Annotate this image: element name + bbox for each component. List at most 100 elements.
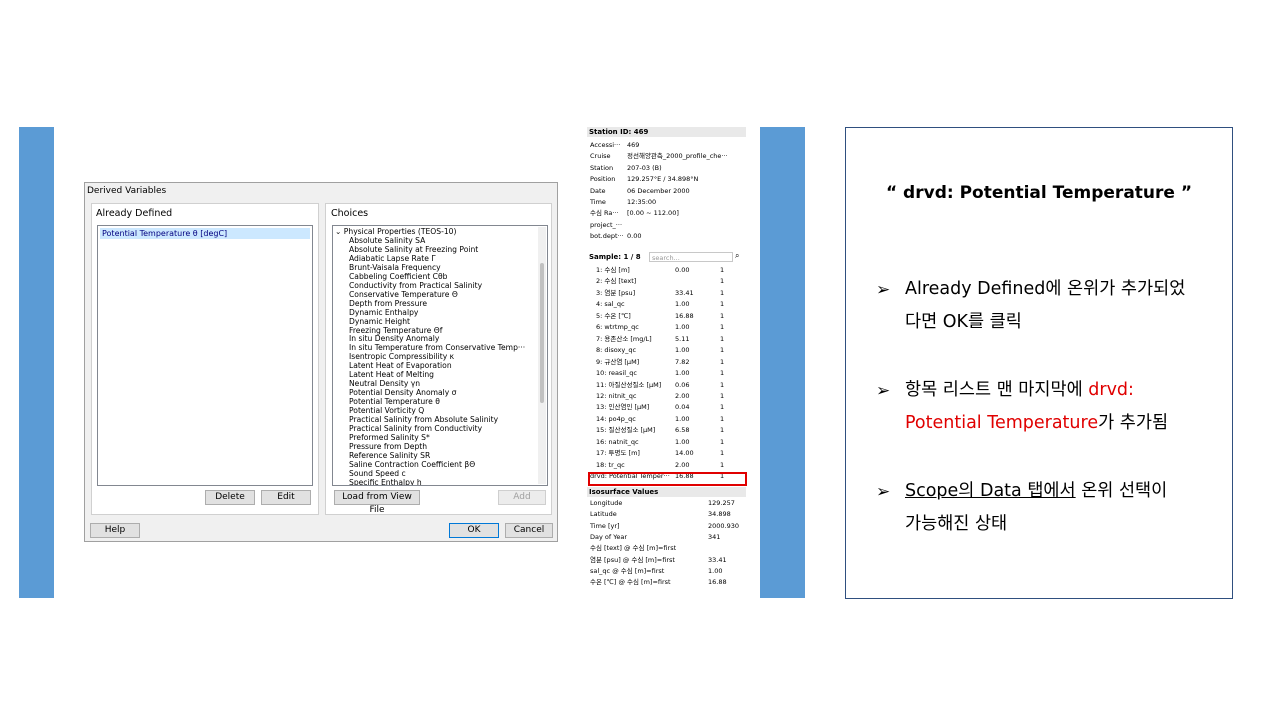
sample-row[interactable]: 13: 인산염인 [μM] 0.04 1 — [587, 402, 737, 413]
sample-row[interactable]: 8: disoxy_qc 1.00 1 — [587, 345, 737, 356]
sample-row-flag: 1 — [720, 369, 725, 378]
choice-item[interactable]: Latent Heat of Evaporation — [349, 361, 452, 370]
sample-row[interactable]: 9: 규산염 [μM] 7.82 1 — [587, 357, 737, 368]
sample-row-flag: 1 — [720, 460, 725, 469]
isosurface-row-key: sal_qc @ 수심 [m]=first — [590, 566, 665, 575]
sample-row-value: 14.00 — [675, 449, 694, 458]
search-icon[interactable]: ⌕ — [735, 251, 739, 261]
sample-row[interactable]: 2: 수심 [text] 1 — [587, 276, 737, 287]
choice-item[interactable]: In situ Density Anomaly — [349, 334, 439, 343]
chevron-down-icon[interactable]: ⌄ — [335, 227, 341, 236]
choice-item[interactable]: Freezing Temperature Θf — [349, 326, 442, 335]
sample-row-value: 6.58 — [675, 426, 690, 435]
choice-item[interactable]: Potential Temperature θ — [349, 397, 440, 406]
sample-row-value: 1.00 — [675, 369, 690, 378]
sample-row[interactable]: 5: 수온 [℃] 16.88 1 — [587, 311, 737, 322]
sample-row-key: 15: 질산성질소 [μM] — [596, 426, 656, 435]
sample-row[interactable]: 18: tr_qc 2.00 1 — [587, 460, 737, 471]
sample-row-flag: 1 — [720, 300, 725, 309]
choice-item[interactable]: Practical Salinity from Conductivity — [349, 424, 482, 433]
isosurface-row-value: 16.88 — [708, 578, 727, 587]
isosurface-row: 수온 [℃] @ 수심 [m]=first 16.88 — [587, 577, 737, 588]
choice-item[interactable]: Conservative Temperature Θ — [349, 290, 458, 299]
sample-row-key: 12: nitnit_qc — [596, 391, 637, 400]
sample-row-key: 8: disoxy_qc — [596, 346, 637, 355]
choice-item[interactable]: Latent Heat of Melting — [349, 370, 434, 379]
delete-button[interactable]: Delete — [205, 490, 255, 505]
choice-item[interactable]: Depth from Pressure — [349, 299, 427, 308]
choices-scrollbar[interactable] — [538, 227, 546, 484]
edit-button[interactable]: Edit — [261, 490, 311, 505]
already-defined-list[interactable]: Potential Temperature θ [degC] — [97, 225, 313, 486]
bullet-arrow-icon: ➢ — [876, 381, 891, 401]
choice-item[interactable]: Absolute Salinity SA — [349, 236, 425, 245]
choice-item[interactable]: Preformed Salinity S* — [349, 433, 430, 442]
sample-row-flag: 1 — [720, 449, 725, 458]
isosurface-row-value: 341 — [708, 532, 721, 541]
choice-item[interactable]: Brunt-Vaisala Frequency — [349, 263, 441, 272]
sample-row[interactable]: 12: nitnit_qc 2.00 1 — [587, 391, 737, 402]
sample-row[interactable]: 10: reasil_qc 1.00 1 — [587, 368, 737, 379]
sample-row[interactable]: 17: 투명도 [m] 14.00 1 — [587, 448, 737, 459]
help-button[interactable]: Help — [90, 523, 140, 538]
sample-row[interactable]: 15: 질산성질소 [μM] 6.58 1 — [587, 425, 737, 436]
scrollbar-thumb[interactable] — [540, 263, 544, 403]
choice-item[interactable]: Dynamic Height — [349, 317, 410, 326]
note-3-rest: 온위 선택이 — [1075, 481, 1168, 501]
tree-node-physical-properties[interactable]: ⌄ Physical Properties (TEOS-10) — [335, 227, 456, 236]
choice-item[interactable]: In situ Temperature from Conservative Te… — [349, 343, 525, 352]
choice-item[interactable]: Pressure from Depth — [349, 442, 427, 451]
sample-row-value: 1.00 — [675, 323, 690, 332]
choice-item[interactable]: Isentropic Compressibility κ — [349, 352, 454, 361]
choice-item[interactable]: Conductivity from Practical Salinity — [349, 281, 482, 290]
choice-item[interactable]: Neutral Density γn — [349, 379, 420, 388]
choice-item[interactable]: Dynamic Enthalpy — [349, 308, 418, 317]
sample-row-flag: 1 — [720, 437, 725, 446]
sample-row-key: 10: reasil_qc — [596, 369, 637, 378]
choices-tree[interactable]: ⌄ Physical Properties (TEOS-10) Absolute… — [332, 225, 548, 486]
choice-item[interactable]: Adiabatic Lapse Rate Γ — [349, 254, 436, 263]
station-panel: Station ID: 469 Accessi··· 469 Cruise 정선해양관… — [587, 127, 746, 597]
sample-row-key: 1: 수심 [m] — [596, 266, 630, 274]
station-row-value: 정선해양관측_2000_profile_che··· — [627, 152, 728, 161]
sample-row-value: 2.00 — [675, 391, 690, 400]
sample-row[interactable]: 11: 아질산성질소 [μM] 0.06 1 — [587, 380, 737, 391]
sample-row[interactable]: 3: 염분 [psu] 33.41 1 — [587, 288, 737, 299]
choice-item[interactable]: Practical Salinity from Absolute Salinit… — [349, 415, 498, 424]
choice-item[interactable]: Reference Salinity SR — [349, 451, 430, 460]
sample-search-input[interactable]: search... — [649, 252, 733, 262]
defined-item-potential-temperature[interactable]: Potential Temperature θ [degC] — [100, 228, 310, 239]
station-row-key: Position — [590, 175, 616, 184]
isosurface-row-value: 129.257 — [708, 499, 735, 507]
add-button[interactable]: Add — [498, 490, 546, 505]
load-from-view-file-button[interactable]: Load from View File — [334, 490, 420, 515]
station-row: Position 129.257°E / 34.898°N — [587, 174, 737, 185]
sample-row-flag: 1 — [720, 311, 725, 320]
sample-row[interactable]: 16: natnit_qc 1.00 1 — [587, 437, 737, 448]
sample-row[interactable]: 6: wtrtmp_qc 1.00 1 — [587, 322, 737, 333]
choice-item[interactable]: Sound Speed c — [349, 469, 406, 478]
isosurface-row: 수심 [text] @ 수심 [m]=first — [587, 543, 737, 554]
sample-row-flag: 1 — [720, 323, 725, 332]
choice-item[interactable]: Cabbeling Coefficient Cθb — [349, 272, 447, 281]
note-3: Scope의 Data 탭에서 온위 선택이 가능해진 상태 — [905, 475, 1215, 541]
sample-row[interactable]: 14: po4p_qc 1.00 1 — [587, 414, 737, 425]
choice-item[interactable]: Potential Vorticity Q — [349, 406, 424, 415]
station-row: bot.dept··· 0.00 — [587, 231, 737, 242]
sample-row[interactable]: 1: 수심 [m] 0.00 1 — [587, 265, 737, 276]
choice-item[interactable]: Specific Enthalpy h — [349, 478, 422, 485]
sample-row[interactable]: 4: sal_qc 1.00 1 — [587, 299, 737, 310]
sample-row[interactable]: 7: 용존산소 [mg/L] 5.11 1 — [587, 334, 737, 345]
notes-box: “ drvd: Potential Temperature ” ➢ Alread… — [845, 127, 1233, 599]
ok-button[interactable]: OK — [449, 523, 499, 538]
choice-item[interactable]: Saline Contraction Coefficient βΘ — [349, 460, 475, 469]
station-row: 수심 Ra··· [0.00 ~ 112.00] — [587, 208, 737, 219]
station-row-key: Cruise — [590, 152, 611, 161]
cancel-button[interactable]: Cancel — [505, 523, 553, 538]
note-3-line-2: 가능해진 상태 — [905, 514, 1008, 534]
isosurface-row: Longitude 129.257 — [587, 498, 737, 509]
choice-item[interactable]: Absolute Salinity at Freezing Point — [349, 245, 478, 254]
choice-item[interactable]: Potential Density Anomaly σ — [349, 388, 457, 397]
sample-row-key: 14: po4p_qc — [596, 414, 636, 423]
station-row-value: 207-03 (B) — [627, 163, 662, 172]
